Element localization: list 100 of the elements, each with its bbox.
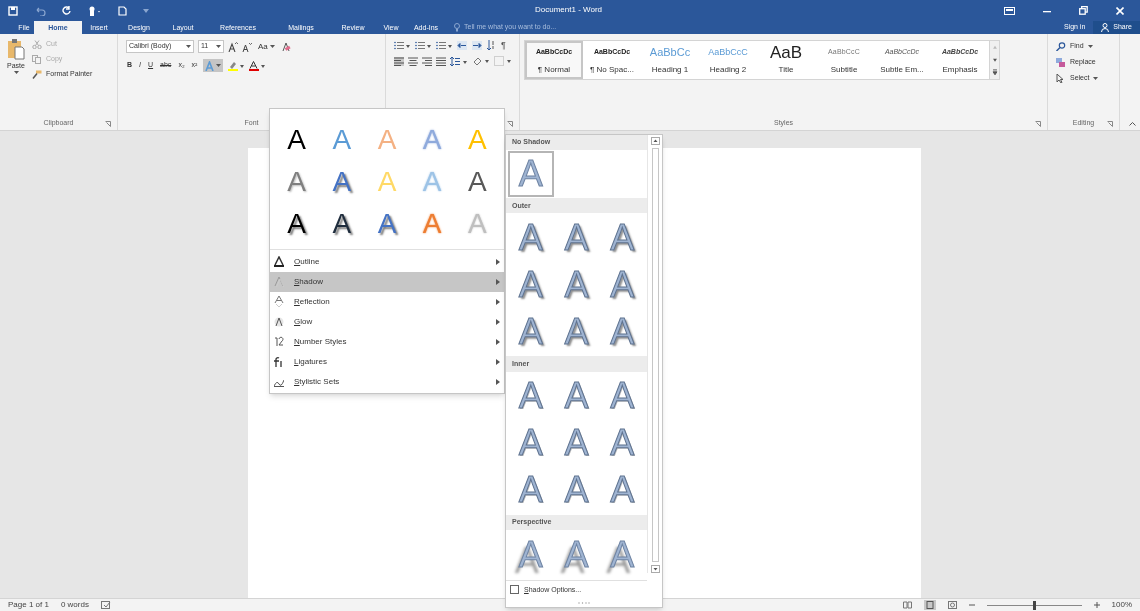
text-effects-icon <box>205 60 215 71</box>
submenu-arrow-icon <box>496 359 500 365</box>
menu-item[interactable]: Shadow <box>270 272 504 292</box>
submenu-arrow-icon <box>496 259 500 265</box>
glow-icon <box>274 316 284 328</box>
menu-item[interactable]: Stylistic Sets <box>270 372 504 392</box>
style-name: Subtle Em... <box>880 63 924 76</box>
checkbox[interactable] <box>510 585 519 595</box>
menu-item[interactable]: Ligatures <box>270 352 504 372</box>
collapse-ribbon-icon[interactable] <box>1129 121 1136 126</box>
align-center-icon[interactable] <box>408 56 418 66</box>
proofing-icon[interactable] <box>100 601 111 609</box>
dialog-launcher-icon[interactable] <box>1035 121 1041 127</box>
align-right-icon[interactable] <box>422 56 432 66</box>
customize-caret-icon[interactable] <box>143 8 149 13</box>
shadow-icon <box>274 276 284 288</box>
menu-item[interactable]: Number Styles <box>270 332 504 352</box>
scroll-up-icon[interactable] <box>650 137 660 145</box>
text-effects-button[interactable] <box>203 59 224 72</box>
clear-formatting-icon[interactable] <box>280 41 291 52</box>
scroll-down-icon[interactable] <box>650 565 660 573</box>
style-name: Title <box>778 63 794 76</box>
line-spacing-icon[interactable] <box>450 56 468 66</box>
caret-icon <box>1087 45 1093 48</box>
increase-indent-icon[interactable] <box>472 40 482 50</box>
font-color-icon[interactable] <box>249 60 266 71</box>
scrollbar-thumb[interactable] <box>651 148 659 562</box>
caret-icon <box>216 45 221 48</box>
person-icon <box>1101 23 1110 32</box>
style-name: Heading 1 <box>651 63 689 76</box>
submenu-arrow-icon <box>496 379 500 385</box>
restore-icon[interactable] <box>1079 6 1088 15</box>
dialog-launcher-icon[interactable] <box>1107 121 1113 127</box>
style-option[interactable]: AaBbCc Heading 1 <box>641 41 699 79</box>
read-mode-icon[interactable] <box>902 601 912 609</box>
page-count[interactable]: Page 1 of 1 <box>8 599 49 611</box>
submenu-arrow-icon <box>496 319 500 325</box>
show-formatting-marks-button[interactable]: ¶ <box>501 40 506 50</box>
new-document-icon[interactable] <box>118 5 127 16</box>
shrink-font-icon[interactable] <box>242 41 252 52</box>
style-option[interactable]: AaBbCcC Heading 2 <box>699 41 757 79</box>
outline-icon <box>274 256 284 268</box>
grow-font-icon[interactable] <box>228 41 238 52</box>
text-effect-option[interactable]: A <box>364 203 410 245</box>
text-effect-option[interactable]: A <box>319 161 365 203</box>
ribbon-display-options-icon[interactable] <box>1004 6 1015 15</box>
print-layout-icon[interactable] <box>923 600 936 610</box>
redo-icon[interactable] <box>62 5 72 16</box>
shading-icon[interactable] <box>472 56 490 66</box>
sort-icon[interactable] <box>487 40 496 50</box>
clipboard-icon <box>7 38 25 60</box>
style-preview: AaBbCcC <box>708 45 748 59</box>
style-option[interactable]: AaB Title <box>757 41 815 79</box>
paintbrush-icon <box>32 70 42 79</box>
style-name: ¶ No Spac... <box>590 63 634 76</box>
caret-icon <box>216 64 222 67</box>
close-icon[interactable] <box>1116 6 1124 15</box>
text-effect-option[interactable]: A <box>454 161 500 203</box>
text-effect-option[interactable]: A <box>319 203 365 245</box>
text-effect-option[interactable]: A <box>274 161 320 203</box>
text-effect-option[interactable]: A <box>274 119 320 161</box>
scissors-icon <box>32 40 42 49</box>
caret-icon <box>13 71 19 74</box>
lightbulb-icon <box>454 23 460 32</box>
web-layout-icon[interactable] <box>947 601 957 609</box>
borders-icon[interactable] <box>494 56 512 66</box>
align-left-icon[interactable] <box>394 56 404 66</box>
search-icon <box>1056 42 1066 51</box>
zoom-level[interactable]: 100% <box>1111 599 1132 611</box>
justify-icon[interactable] <box>436 56 446 66</box>
window-title: Document1 - Word <box>535 4 602 16</box>
menu-item[interactable]: Glow <box>270 312 504 332</box>
text-effect-option[interactable]: A <box>274 203 320 245</box>
caret-icon <box>1093 77 1099 80</box>
decrease-indent-icon[interactable] <box>457 40 467 50</box>
copy-icon <box>32 55 42 64</box>
submenu-arrow-icon <box>496 279 500 285</box>
style-name: Heading 2 <box>709 63 747 76</box>
menu-item[interactable]: Reflection <box>270 292 504 312</box>
ligatures-icon <box>274 356 284 368</box>
undo-icon[interactable] <box>34 5 46 16</box>
numbering-icon[interactable] <box>415 40 431 50</box>
bullets-icon[interactable] <box>394 40 410 50</box>
word-count[interactable]: 0 words <box>60 599 89 611</box>
multilevel-list-icon[interactable] <box>436 40 452 50</box>
style-preview: AaB <box>769 44 803 61</box>
highlight-icon[interactable] <box>228 60 245 71</box>
reflection-icon <box>274 296 284 308</box>
change-case-button[interactable]: Aa <box>256 40 277 53</box>
menu-item[interactable]: Outline <box>270 252 504 272</box>
dialog-launcher-icon[interactable] <box>507 121 513 127</box>
zoom-in-icon[interactable] <box>1093 602 1100 608</box>
style-preview: AaBbCc <box>649 45 691 61</box>
save-icon[interactable] <box>8 5 18 16</box>
replace-icon <box>1056 58 1066 67</box>
submenu-arrow-icon <box>496 339 500 345</box>
dialog-launcher-icon[interactable] <box>105 121 111 127</box>
caret-icon <box>186 45 191 48</box>
cursor-arrow-icon <box>1056 74 1066 83</box>
number-styles-icon <box>274 336 284 348</box>
